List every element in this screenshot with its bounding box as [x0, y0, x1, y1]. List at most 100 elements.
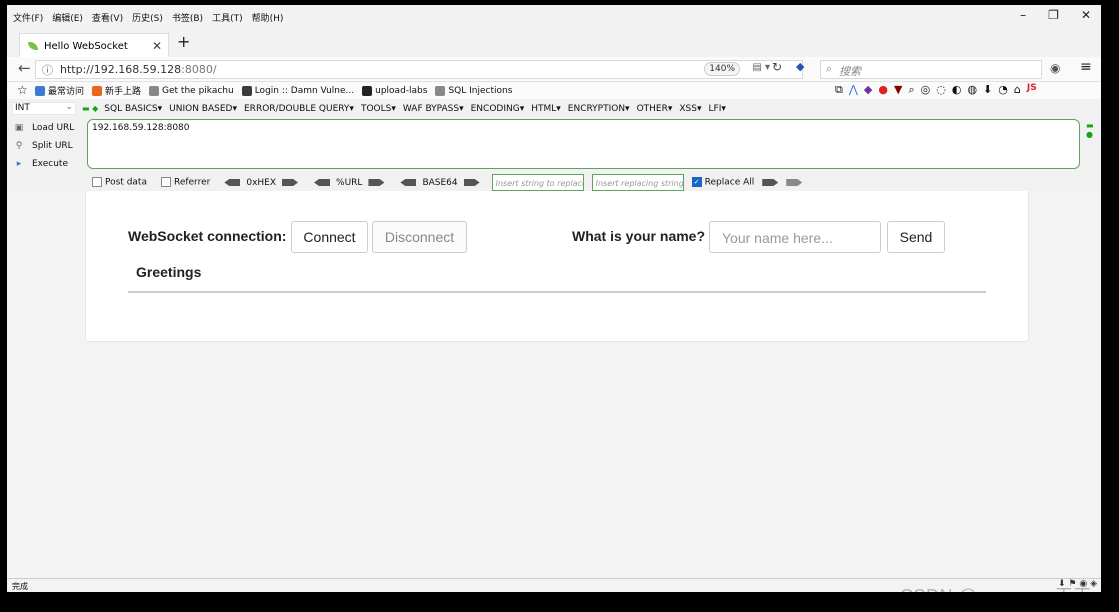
extension-icon[interactable]: ⧉ — [835, 83, 843, 97]
search-ext-icon[interactable]: ⌕ — [908, 83, 914, 97]
hackbar-menu-item[interactable]: ENCRYPTION▾ — [568, 104, 630, 114]
execute-button[interactable]: ▸ Execute — [12, 155, 74, 173]
extension-icon[interactable]: ◌ — [936, 83, 946, 97]
status-text: 完成 — [12, 582, 28, 591]
name-input[interactable]: Your name here... — [709, 221, 881, 253]
connect-button[interactable]: Connect — [291, 221, 368, 253]
hackbar-menu-item[interactable]: OTHER▾ — [637, 104, 673, 114]
hex-encode-arrow-icon[interactable] — [282, 179, 299, 186]
minimize-button[interactable]: – — [1020, 8, 1026, 22]
hamburger-menu-icon[interactable]: ≡ — [1080, 59, 1092, 75]
bookmark-item[interactable]: 最常访问 — [35, 84, 84, 97]
hackbar-menu-item[interactable]: HTML▾ — [531, 104, 561, 114]
url-encode-arrow-icon[interactable] — [368, 179, 385, 186]
disconnect-button[interactable]: Disconnect — [372, 221, 467, 253]
bookmark-item[interactable]: Login :: Damn Vulne... — [241, 85, 355, 96]
hackbar-panel: INT ⌄ ▬ ◆ SQL BASICS▾ UNION BASED▾ ERROR/D… — [7, 99, 1101, 191]
info-icon[interactable]: ⓘ — [42, 62, 53, 78]
table-divider — [128, 291, 986, 293]
menu-item[interactable]: 书签(B) — [172, 11, 203, 24]
base64-decode-arrow-icon[interactable] — [400, 179, 417, 186]
hackbar-menu-item[interactable]: TOOLS▾ — [361, 104, 396, 114]
extension-icon[interactable]: ◆ — [864, 83, 872, 97]
load-url-label: Load URL — [32, 123, 75, 133]
home-icon[interactable]: ⌂ — [1014, 83, 1021, 97]
bookmark-item[interactable]: SQL Injections — [435, 85, 512, 96]
hackbar-menu-item[interactable]: ERROR/DOUBLE QUERY▾ — [244, 104, 354, 114]
hackbar-menu-item[interactable]: LFI▾ — [709, 104, 726, 114]
menu-item[interactable]: 查看(V) — [92, 11, 123, 24]
hex-decode-arrow-icon[interactable] — [224, 179, 241, 186]
replace-arrow-icon[interactable] — [786, 179, 803, 186]
menu-item[interactable]: 编辑(E) — [52, 11, 83, 24]
status-dots-icon: ▬ ◆ — [82, 104, 99, 113]
bookmark-label: upload-labs — [375, 85, 428, 96]
tab-close-icon[interactable]: ✕ — [152, 39, 162, 53]
url-decode-arrow-icon[interactable] — [314, 179, 331, 186]
hackbar-menu-item[interactable]: SQL BASICS▾ — [104, 104, 162, 114]
send-button[interactable]: Send — [887, 221, 945, 253]
adblock-icon[interactable]: ● — [878, 83, 888, 97]
globe-icon — [435, 85, 446, 96]
url-host: http://192.168.59.128 — [60, 63, 182, 76]
menu-bar: 文件(F) 编辑(E) 查看(V) 历史(S) 书签(B) 工具(T) 帮助(H) – ❐ … — [7, 5, 1101, 29]
checkbox-icon — [92, 177, 102, 188]
bookmark-list: 最常访问 新手上路 Get the pikachu Login :: Damn Vul… — [35, 82, 512, 99]
reader-dropdown-icon[interactable]: ▤ ▾ — [752, 62, 770, 73]
bookmark-item[interactable]: Get the pikachu — [149, 85, 234, 96]
menu-item[interactable]: 帮助(H) — [252, 11, 284, 24]
restore-button[interactable]: ❐ — [1048, 8, 1059, 22]
type-select[interactable]: INT ⌄ — [12, 102, 76, 115]
dvwa-icon — [241, 85, 252, 96]
close-window-button[interactable]: ✕ — [1081, 8, 1091, 22]
replace-arrow-icon[interactable] — [762, 179, 779, 186]
downloads-icon[interactable]: ◉ — [1050, 61, 1060, 75]
globe-icon — [149, 85, 160, 96]
hackbar-url-textarea[interactable]: 192.168.59.128:8080 — [87, 119, 1080, 169]
download-arrow-icon[interactable]: ⬇ — [983, 83, 992, 97]
address-bar[interactable]: ⓘ http://192.168.59.128:8080/ 140% ▤ ▾ — [35, 60, 803, 79]
bookmark-item[interactable]: upload-labs — [362, 85, 428, 96]
type-select-value: INT — [15, 103, 30, 113]
tab-hello-websocket[interactable]: Hello WebSocket ✕ — [19, 33, 169, 58]
replace-string-input[interactable]: Insert string to replace — [491, 174, 584, 191]
split-url-button[interactable]: ⚲ Split URL — [12, 137, 74, 155]
navigation-bar: ← ⓘ http://192.168.59.128:8080/ 140% ▤ ▾… — [7, 57, 1101, 82]
websocket-panel: WebSocket connection: Connect Disconnect… — [85, 191, 1029, 342]
menu-item[interactable]: 文件(F) — [13, 11, 43, 24]
websocket-connection-label: WebSocket connection: — [128, 228, 287, 244]
hackbar-menu-item[interactable]: ENCODING▾ — [471, 104, 525, 114]
extension-icon[interactable]: ◍ — [967, 83, 977, 97]
back-arrow-icon[interactable]: ← — [18, 59, 31, 77]
bookmark-item[interactable]: 新手上路 — [92, 84, 141, 97]
referrer-checkbox[interactable]: Referrer — [160, 177, 210, 188]
load-url-button[interactable]: ▣ Load URL — [12, 119, 75, 137]
hackbar-menu-item[interactable]: WAF BYPASS▾ — [403, 104, 464, 114]
bookmarks-bar: ☆ 最常访问 新手上路 Get the pikachu Login :: Damn V… — [7, 82, 1101, 99]
window-controls: – ❐ ✕ — [1020, 8, 1091, 22]
hackbar-menu-item[interactable]: UNION BASED▾ — [169, 104, 237, 114]
hackbar-menu-item[interactable]: XSS▾ — [679, 104, 701, 114]
new-tab-button[interactable]: + — [177, 32, 190, 51]
replacing-string-input[interactable]: Insert replacing string — [591, 174, 684, 191]
js-icon[interactable]: JS — [1027, 83, 1037, 97]
zoom-level[interactable]: 140% — [704, 62, 740, 76]
star-icon[interactable]: ☆ — [17, 83, 28, 97]
menu-item[interactable]: 历史(S) — [132, 11, 163, 24]
bookmark-icon[interactable]: ◆ — [796, 60, 804, 73]
page-icon — [35, 85, 45, 96]
reload-icon[interactable]: ↻ — [772, 60, 782, 74]
replace-all-checkbox[interactable]: ✓ Replace All — [691, 177, 754, 188]
post-data-checkbox[interactable]: Post data — [92, 177, 147, 188]
execute-label: Execute — [32, 159, 68, 169]
search-box[interactable]: ⌕ 搜索 — [820, 60, 1042, 79]
chevron-down-icon: ⌄ — [65, 102, 73, 112]
menu-item[interactable]: 工具(T) — [212, 11, 243, 24]
extension-icon[interactable]: ◔ — [998, 83, 1008, 97]
extension-icon[interactable]: ◐ — [952, 83, 962, 97]
ublock-icon[interactable]: ▼ — [894, 83, 902, 97]
base64-encode-arrow-icon[interactable] — [463, 179, 480, 186]
wappalyzer-icon[interactable]: ⋀ — [849, 83, 858, 97]
extension-icon[interactable]: ◎ — [921, 83, 931, 97]
bookmark-label: Login :: Damn Vulne... — [254, 85, 355, 96]
